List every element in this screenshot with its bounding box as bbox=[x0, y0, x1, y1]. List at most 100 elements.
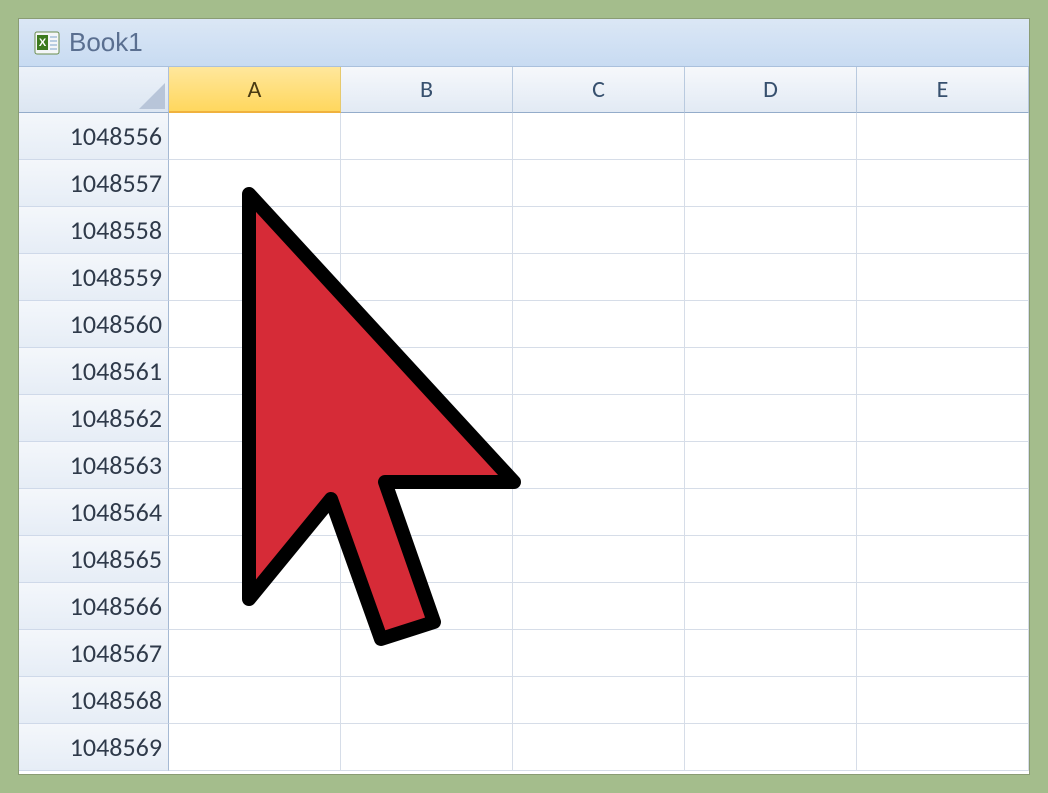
cell[interactable] bbox=[169, 489, 341, 536]
select-all-triangle-icon bbox=[139, 83, 165, 109]
select-all-corner[interactable] bbox=[19, 67, 169, 113]
cell[interactable] bbox=[341, 489, 513, 536]
cell[interactable] bbox=[685, 207, 857, 254]
cell[interactable] bbox=[857, 160, 1029, 207]
cell[interactable] bbox=[857, 489, 1029, 536]
cell[interactable] bbox=[685, 724, 857, 771]
cell[interactable] bbox=[341, 442, 513, 489]
cell[interactable] bbox=[685, 254, 857, 301]
cell[interactable] bbox=[169, 536, 341, 583]
cell[interactable] bbox=[513, 395, 685, 442]
cell[interactable] bbox=[341, 630, 513, 677]
row-header[interactable]: 1048566 bbox=[19, 583, 169, 630]
cell[interactable] bbox=[341, 113, 513, 160]
cell[interactable] bbox=[685, 113, 857, 160]
row-header[interactable]: 1048556 bbox=[19, 113, 169, 160]
cell[interactable] bbox=[513, 254, 685, 301]
cell[interactable] bbox=[857, 724, 1029, 771]
row: 1048562 bbox=[19, 395, 1029, 442]
row: 1048558 bbox=[19, 207, 1029, 254]
cell[interactable] bbox=[169, 113, 341, 160]
cell[interactable] bbox=[513, 536, 685, 583]
cell[interactable] bbox=[513, 348, 685, 395]
cell[interactable] bbox=[685, 630, 857, 677]
cell[interactable] bbox=[513, 630, 685, 677]
cell[interactable] bbox=[685, 348, 857, 395]
column-header-e[interactable]: E bbox=[857, 67, 1029, 113]
cell[interactable] bbox=[513, 113, 685, 160]
row-header[interactable]: 1048563 bbox=[19, 442, 169, 489]
row: 1048556 bbox=[19, 113, 1029, 160]
cell[interactable] bbox=[169, 630, 341, 677]
cell[interactable] bbox=[857, 442, 1029, 489]
cell[interactable] bbox=[513, 489, 685, 536]
cell[interactable] bbox=[169, 254, 341, 301]
cell[interactable] bbox=[169, 207, 341, 254]
cell[interactable] bbox=[857, 348, 1029, 395]
row-header[interactable]: 1048568 bbox=[19, 677, 169, 724]
cell[interactable] bbox=[857, 207, 1029, 254]
cell[interactable] bbox=[169, 160, 341, 207]
cell[interactable] bbox=[169, 348, 341, 395]
column-header-c[interactable]: C bbox=[513, 67, 685, 113]
row-header[interactable]: 1048562 bbox=[19, 395, 169, 442]
cell[interactable] bbox=[685, 677, 857, 724]
cell[interactable] bbox=[341, 301, 513, 348]
cell[interactable] bbox=[341, 724, 513, 771]
cell[interactable] bbox=[513, 442, 685, 489]
workbook-title: Book1 bbox=[69, 27, 143, 58]
cell[interactable] bbox=[857, 395, 1029, 442]
cell[interactable] bbox=[169, 442, 341, 489]
row-header[interactable]: 1048558 bbox=[19, 207, 169, 254]
cell[interactable] bbox=[685, 583, 857, 630]
spreadsheet-grid: ABCDE 1048556104855710485581048559104856… bbox=[19, 67, 1029, 771]
cell[interactable] bbox=[685, 489, 857, 536]
cell[interactable] bbox=[685, 536, 857, 583]
column-header-b[interactable]: B bbox=[341, 67, 513, 113]
cell[interactable] bbox=[513, 301, 685, 348]
cell[interactable] bbox=[857, 301, 1029, 348]
cell[interactable] bbox=[341, 536, 513, 583]
cell[interactable] bbox=[857, 630, 1029, 677]
row-header[interactable]: 1048565 bbox=[19, 536, 169, 583]
cell[interactable] bbox=[685, 160, 857, 207]
cell[interactable] bbox=[857, 677, 1029, 724]
cell[interactable] bbox=[857, 536, 1029, 583]
cell[interactable] bbox=[169, 395, 341, 442]
cell[interactable] bbox=[685, 395, 857, 442]
cell[interactable] bbox=[857, 113, 1029, 160]
cell[interactable] bbox=[341, 677, 513, 724]
row-header[interactable]: 1048569 bbox=[19, 724, 169, 771]
row: 1048561 bbox=[19, 348, 1029, 395]
row-header[interactable]: 1048564 bbox=[19, 489, 169, 536]
cell[interactable] bbox=[857, 583, 1029, 630]
cell[interactable] bbox=[341, 254, 513, 301]
cell[interactable] bbox=[341, 207, 513, 254]
cell[interactable] bbox=[685, 442, 857, 489]
row-header[interactable]: 1048560 bbox=[19, 301, 169, 348]
row: 1048566 bbox=[19, 583, 1029, 630]
cell[interactable] bbox=[513, 724, 685, 771]
cell[interactable] bbox=[513, 160, 685, 207]
cell[interactable] bbox=[341, 160, 513, 207]
column-header-a[interactable]: A bbox=[169, 67, 341, 113]
cell[interactable] bbox=[169, 301, 341, 348]
row-header[interactable]: 1048561 bbox=[19, 348, 169, 395]
cell[interactable] bbox=[857, 254, 1029, 301]
cell[interactable] bbox=[341, 348, 513, 395]
cell[interactable] bbox=[513, 677, 685, 724]
cell[interactable] bbox=[513, 583, 685, 630]
row-header[interactable]: 1048559 bbox=[19, 254, 169, 301]
row-header[interactable]: 1048557 bbox=[19, 160, 169, 207]
svg-text:X: X bbox=[39, 37, 47, 49]
cell[interactable] bbox=[169, 677, 341, 724]
cell[interactable] bbox=[685, 301, 857, 348]
cell[interactable] bbox=[341, 583, 513, 630]
cell[interactable] bbox=[169, 583, 341, 630]
cell[interactable] bbox=[513, 207, 685, 254]
column-header-d[interactable]: D bbox=[685, 67, 857, 113]
row: 1048557 bbox=[19, 160, 1029, 207]
cell[interactable] bbox=[169, 724, 341, 771]
row-header[interactable]: 1048567 bbox=[19, 630, 169, 677]
cell[interactable] bbox=[341, 395, 513, 442]
